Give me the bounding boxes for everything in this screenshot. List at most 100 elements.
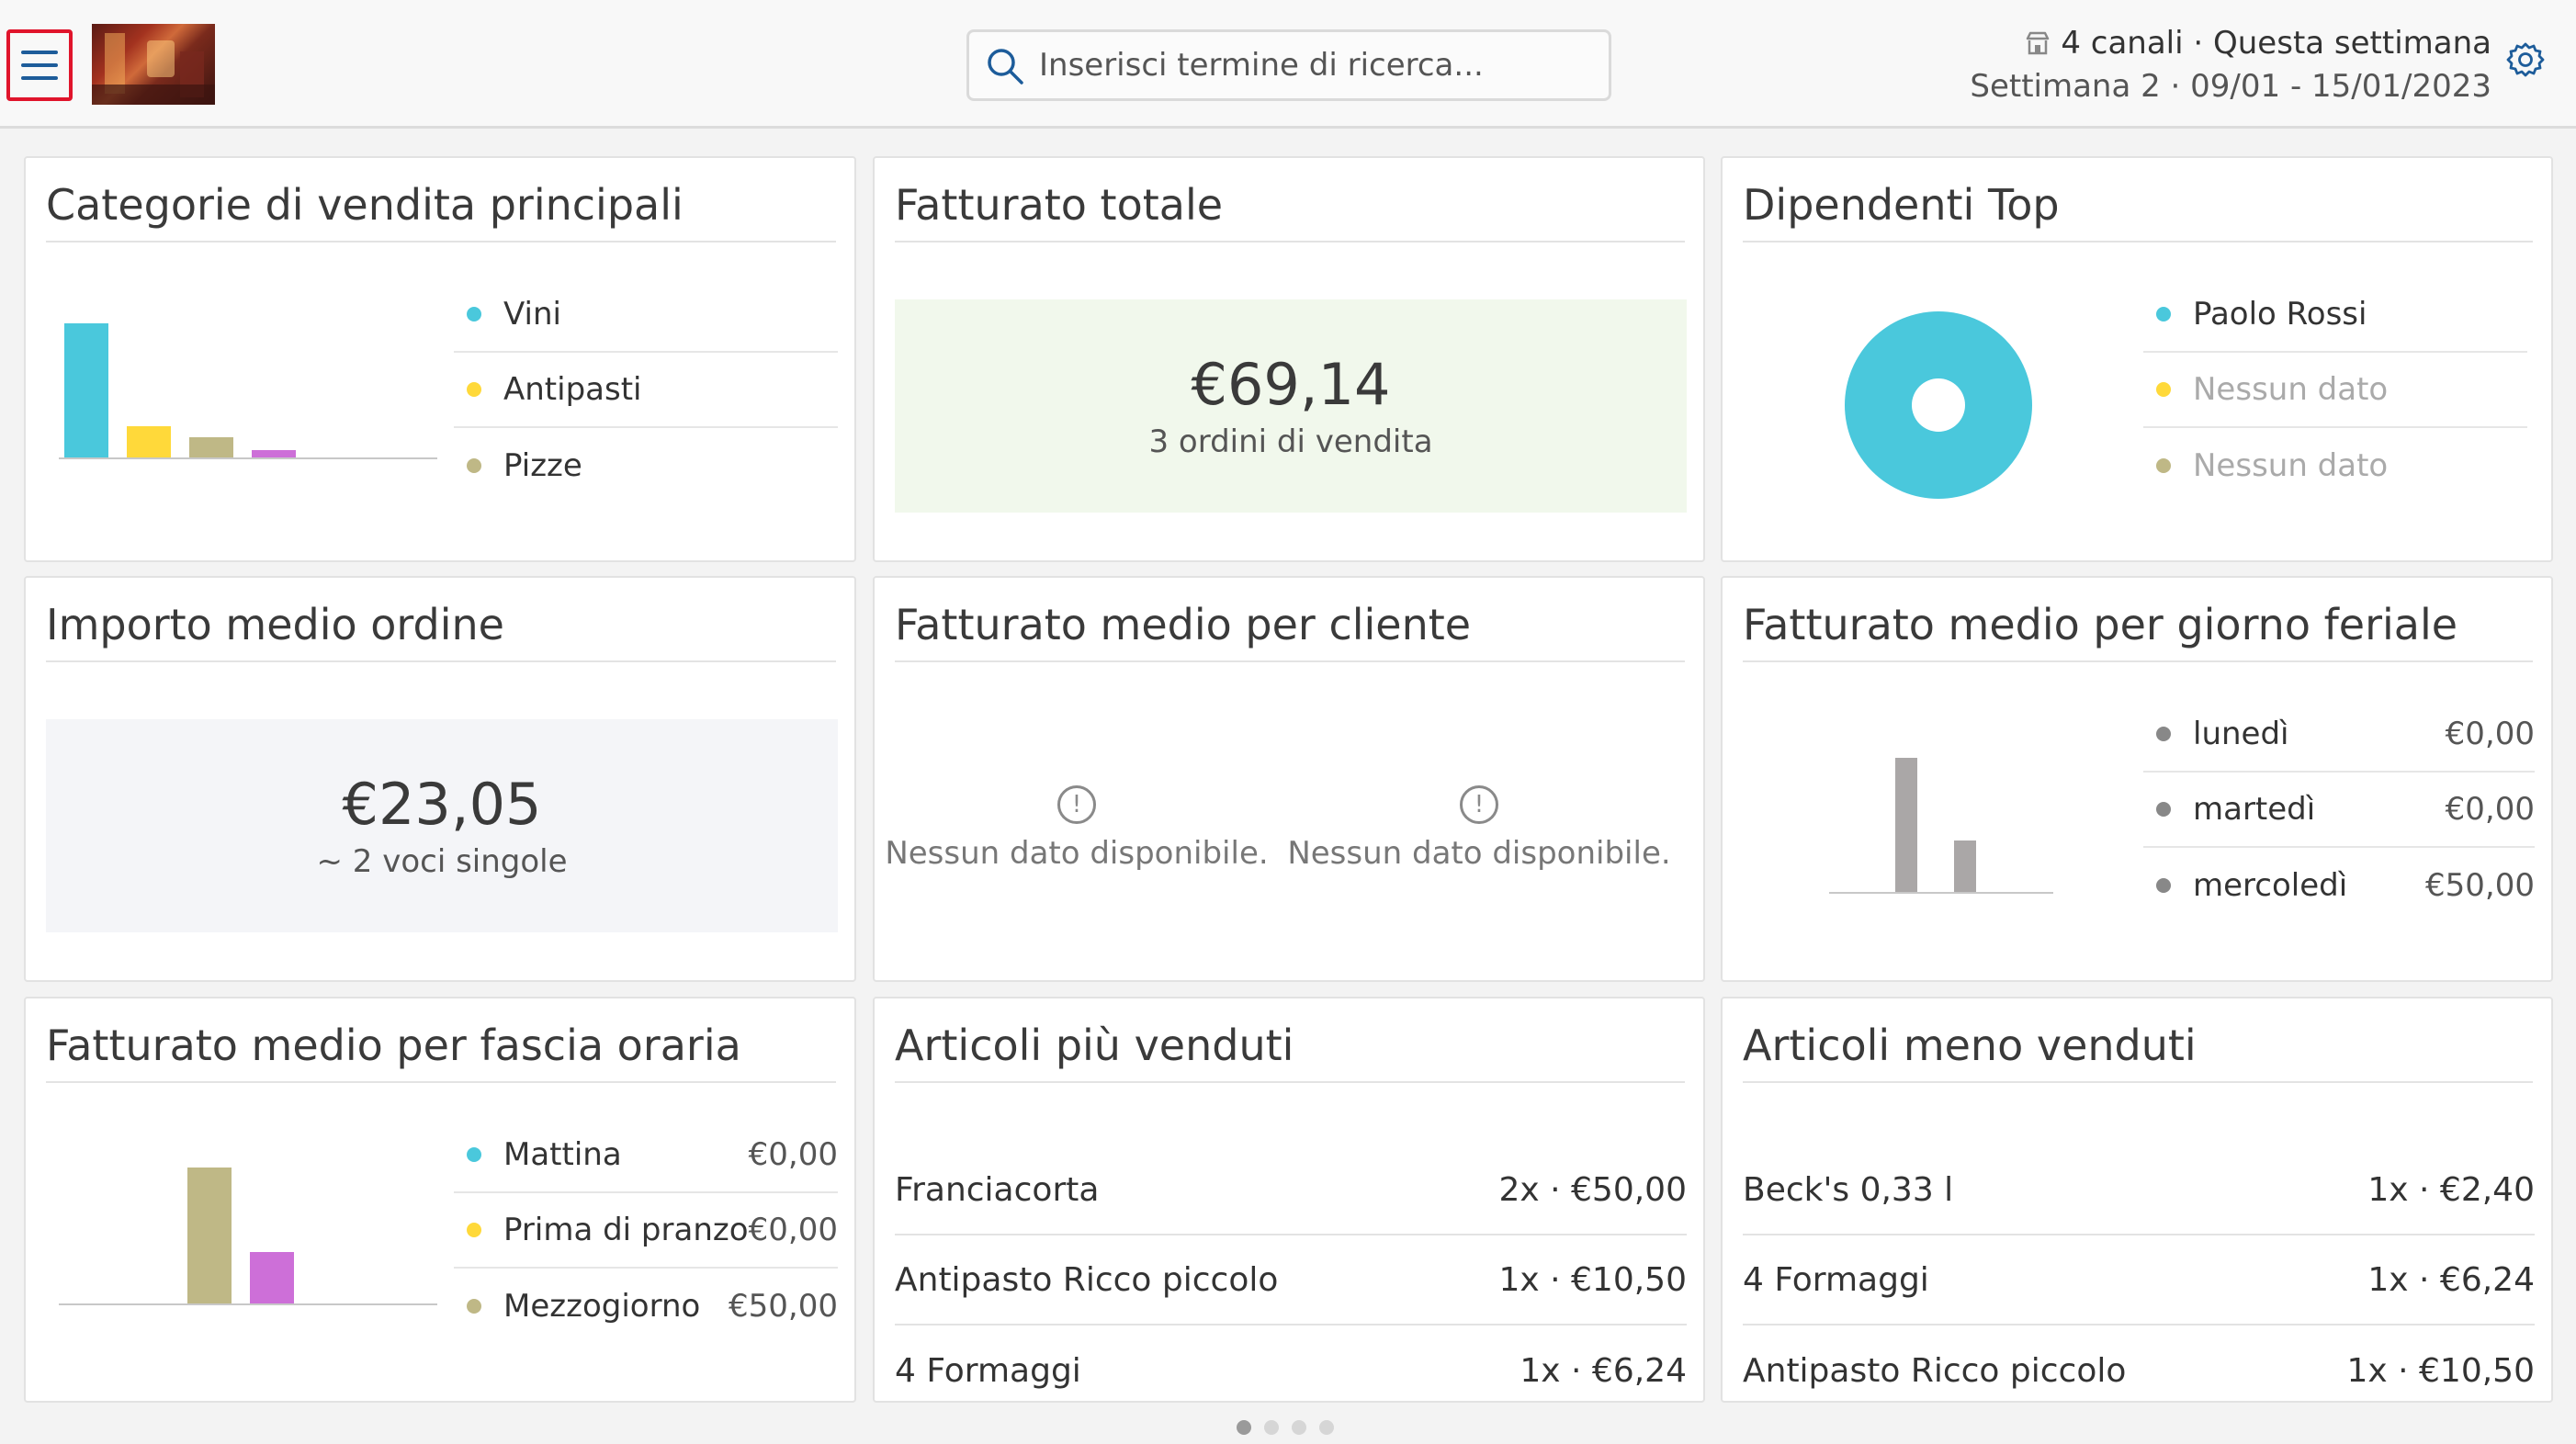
category-bar-chart (59, 323, 437, 459)
search-input[interactable]: Inserisci termine di ricerca... (966, 29, 1611, 101)
legend-dot (467, 382, 481, 397)
weekday-legend: lunedì €0,00 martedì €0,00 mercoledì €50… (2143, 697, 2535, 923)
weekday-bar-chart (1829, 758, 2053, 894)
channels-label: 4 canali · Questa settimana (2061, 25, 2491, 62)
item-name: Franciacorta (895, 1170, 1100, 1209)
period-selector[interactable]: 4 canali · Questa settimana Settimana 2 … (1970, 22, 2491, 108)
gear-icon[interactable] (2504, 39, 2547, 81)
page-dot[interactable] (1264, 1420, 1279, 1435)
legend-dot (467, 1223, 481, 1237)
list-item[interactable]: 4 Formaggi 1x · €6,24 (1743, 1235, 2535, 1326)
store-icon (2027, 31, 2050, 55)
card-avg-per-customer[interactable]: Fatturato medio per cliente ! Nessun dat… (873, 576, 1705, 982)
card-worst-sellers[interactable]: Articoli meno venduti Beck's 0,33 l 1x ·… (1721, 997, 2553, 1403)
legend-dot (2156, 382, 2171, 397)
legend-item[interactable]: Prima di pranzo €0,00 (454, 1193, 838, 1269)
page-indicator (1237, 1420, 1334, 1435)
legend-item[interactable]: Pizze (454, 428, 838, 503)
alert-icon: ! (1460, 785, 1498, 824)
timeslot-bar-chart (59, 1168, 437, 1305)
item-value: 1x · €2,40 (2367, 1170, 2535, 1209)
list-item[interactable]: Franciacorta 2x · €50,00 (895, 1145, 1687, 1235)
card-title: Articoli più venduti (895, 1017, 1685, 1083)
page-dot[interactable] (1237, 1420, 1251, 1435)
avg-order-amount: €23,05 (342, 771, 542, 838)
item-name: 4 Formaggi (1743, 1260, 1929, 1299)
list-item[interactable]: Antipasto Ricco piccolo 1x · €10,50 (895, 1235, 1687, 1326)
legend-dot (2156, 727, 2171, 741)
item-value: 1x · €10,50 (2346, 1351, 2535, 1390)
card-top-categories[interactable]: Categorie di vendita principali Vini Ant… (24, 156, 856, 562)
list-item[interactable]: Antipasto Ricco piccolo 1x · €10,50 (1743, 1326, 2535, 1416)
list-item[interactable]: 4 Formaggi 1x · €6,24 (895, 1326, 1687, 1416)
legend-dot (2156, 458, 2171, 473)
legend-dot (467, 458, 481, 473)
category-legend: Vini Antipasti Pizze (454, 277, 838, 503)
hamburger-icon (21, 51, 58, 54)
item-value: 1x · €10,50 (1498, 1260, 1687, 1299)
card-avg-order[interactable]: Importo medio ordine €23,05 ~ 2 voci sin… (24, 576, 856, 982)
page-dot[interactable] (1319, 1420, 1334, 1435)
card-title: Fatturato medio per cliente (895, 596, 1685, 662)
card-best-sellers[interactable]: Articoli più venduti Franciacorta 2x · €… (873, 997, 1705, 1403)
card-title: Fatturato totale (895, 176, 1685, 243)
legend-dot (2156, 802, 2171, 817)
legend-item[interactable]: mercoledì €50,00 (2143, 848, 2535, 923)
card-title: Fatturato medio per giorno feriale (1743, 596, 2533, 662)
legend-item[interactable]: Mattina €0,00 (454, 1118, 838, 1193)
bar-other (252, 450, 296, 457)
legend-dot (2156, 878, 2171, 893)
legend-dot (2156, 307, 2171, 322)
legend-dot (467, 1299, 481, 1314)
employee-legend: Paolo Rossi Nessun dato Nessun dato (2143, 277, 2527, 503)
total-revenue-amount: €69,14 (1191, 351, 1391, 418)
card-top-employees[interactable]: Dipendenti Top Paolo Rossi Nessun dato N… (1721, 156, 2553, 562)
alert-icon: ! (1057, 785, 1096, 824)
search-icon (988, 49, 1023, 85)
legend-item[interactable]: Nessun dato (2143, 428, 2527, 503)
legend-item[interactable]: Vini (454, 277, 838, 353)
restaurant-logo[interactable] (92, 24, 215, 105)
employee-donut-chart (1845, 311, 2032, 499)
bar-mezzogiorno (250, 1252, 294, 1303)
search-placeholder: Inserisci termine di ricerca... (1039, 47, 1484, 84)
page-dot[interactable] (1292, 1420, 1306, 1435)
item-name: Antipasto Ricco piccolo (895, 1260, 1279, 1299)
list-item[interactable]: Beck's 0,33 l 1x · €2,40 (1743, 1145, 2535, 1235)
bar-antipasti (127, 426, 171, 457)
best-sellers-list: Franciacorta 2x · €50,00 Antipasto Ricco… (895, 1145, 1687, 1416)
item-name: 4 Formaggi (895, 1351, 1081, 1390)
legend-item[interactable]: Nessun dato (2143, 353, 2527, 428)
bar-weekday-1 (1895, 758, 1917, 892)
item-name: Beck's 0,33 l (1743, 1170, 1954, 1209)
empty-state-right: ! Nessun dato disponibile. (1286, 785, 1672, 872)
menu-button[interactable] (6, 29, 73, 101)
avg-order-box: €23,05 ~ 2 voci singole (46, 719, 838, 932)
card-title: Dipendenti Top (1743, 176, 2533, 243)
item-name: Antipasto Ricco piccolo (1743, 1351, 2127, 1390)
item-value: 1x · €6,24 (1520, 1351, 1687, 1390)
legend-dot (467, 307, 481, 322)
empty-state-left: ! Nessun dato disponibile. (884, 785, 1270, 872)
card-title: Fatturato medio per fascia oraria (46, 1017, 836, 1083)
legend-item[interactable]: Antipasti (454, 353, 838, 428)
worst-sellers-list: Beck's 0,33 l 1x · €2,40 4 Formaggi 1x ·… (1743, 1145, 2535, 1416)
timeslot-legend: Mattina €0,00 Prima di pranzo €0,00 Mezz… (454, 1118, 838, 1344)
card-title: Importo medio ordine (46, 596, 836, 662)
card-avg-per-weekday[interactable]: Fatturato medio per giorno feriale luned… (1721, 576, 2553, 982)
legend-item[interactable]: lunedì €0,00 (2143, 697, 2535, 773)
card-total-revenue[interactable]: Fatturato totale €69,14 3 ordini di vend… (873, 156, 1705, 562)
bar-prima-di-pranzo (187, 1168, 232, 1303)
legend-item[interactable]: Mezzogiorno €50,00 (454, 1269, 838, 1344)
bar-vini (64, 323, 108, 457)
item-value: 1x · €6,24 (2367, 1260, 2535, 1299)
legend-item[interactable]: martedì €0,00 (2143, 773, 2535, 848)
card-avg-per-timeslot[interactable]: Fatturato medio per fascia oraria Mattin… (24, 997, 856, 1403)
total-revenue-orders: 3 ordini di vendita (1148, 423, 1433, 460)
legend-item[interactable]: Paolo Rossi (2143, 277, 2527, 353)
item-value: 2x · €50,00 (1498, 1170, 1687, 1209)
top-bar: Inserisci termine di ricerca... 4 canali… (0, 0, 2576, 129)
total-revenue-box: €69,14 3 ordini di vendita (895, 299, 1687, 513)
bar-pizze (189, 437, 233, 457)
avg-order-items: ~ 2 voci singole (316, 843, 568, 880)
